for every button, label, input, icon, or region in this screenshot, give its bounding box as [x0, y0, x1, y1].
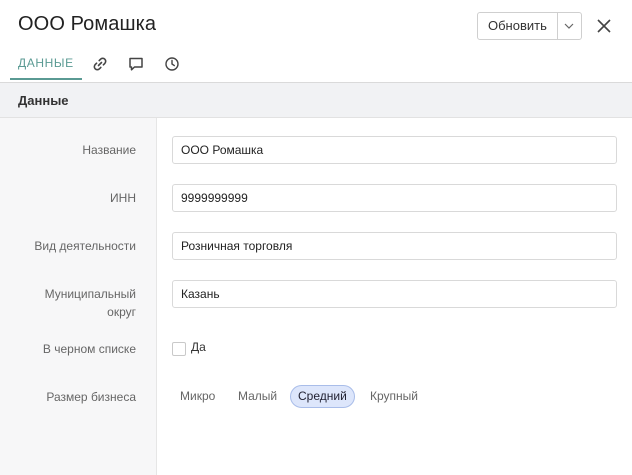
update-button-group: Обновить — [477, 12, 582, 40]
inn-label: ИНН — [110, 191, 136, 205]
tab-comments[interactable] — [118, 48, 154, 80]
link-icon — [93, 57, 107, 71]
close-icon — [597, 19, 611, 33]
tab-bar: ДАННЫЕ — [10, 48, 190, 80]
section-title: Данные — [18, 93, 69, 108]
blacklist-checkbox-label[interactable]: Да — [191, 340, 206, 354]
tab-links[interactable] — [82, 48, 118, 80]
blacklist-checkbox[interactable] — [172, 342, 186, 356]
tab-data[interactable]: ДАННЫЕ — [10, 48, 82, 80]
inn-field[interactable]: 9999999999 — [172, 184, 617, 212]
district-field[interactable]: Казань — [172, 280, 617, 308]
name-field[interactable]: ООО Ромашка — [172, 136, 617, 164]
district-label: Муниципальный округ — [45, 285, 136, 321]
business-size-option-medium[interactable]: Средний — [290, 385, 355, 408]
blacklist-label: В черном списке — [42, 342, 136, 356]
district-label-line2: округ — [107, 305, 136, 319]
update-dropdown-button[interactable] — [558, 13, 581, 39]
page-title: ООО Ромашка — [18, 13, 157, 35]
comment-icon — [128, 57, 143, 71]
district-label-line1: Муниципальный — [44, 287, 136, 301]
tab-history[interactable] — [154, 48, 190, 80]
close-button[interactable] — [594, 16, 614, 36]
history-icon — [165, 57, 179, 71]
section-header: Данные — [0, 82, 632, 118]
business-size-option-large[interactable]: Крупный — [362, 385, 426, 408]
update-button[interactable]: Обновить — [478, 13, 558, 39]
business-size-label: Размер бизнеса — [46, 390, 136, 404]
name-label: Название — [82, 143, 136, 157]
chevron-down-icon — [564, 23, 574, 29]
dialog-header: ООО Ромашка Обновить ДАННЫЕ — [0, 0, 632, 82]
business-size-option-small[interactable]: Малый — [230, 385, 285, 408]
activity-field[interactable]: Розничная торговля — [172, 232, 617, 260]
activity-label: Вид деятельности — [34, 239, 136, 253]
business-size-option-micro[interactable]: Микро — [172, 385, 223, 408]
